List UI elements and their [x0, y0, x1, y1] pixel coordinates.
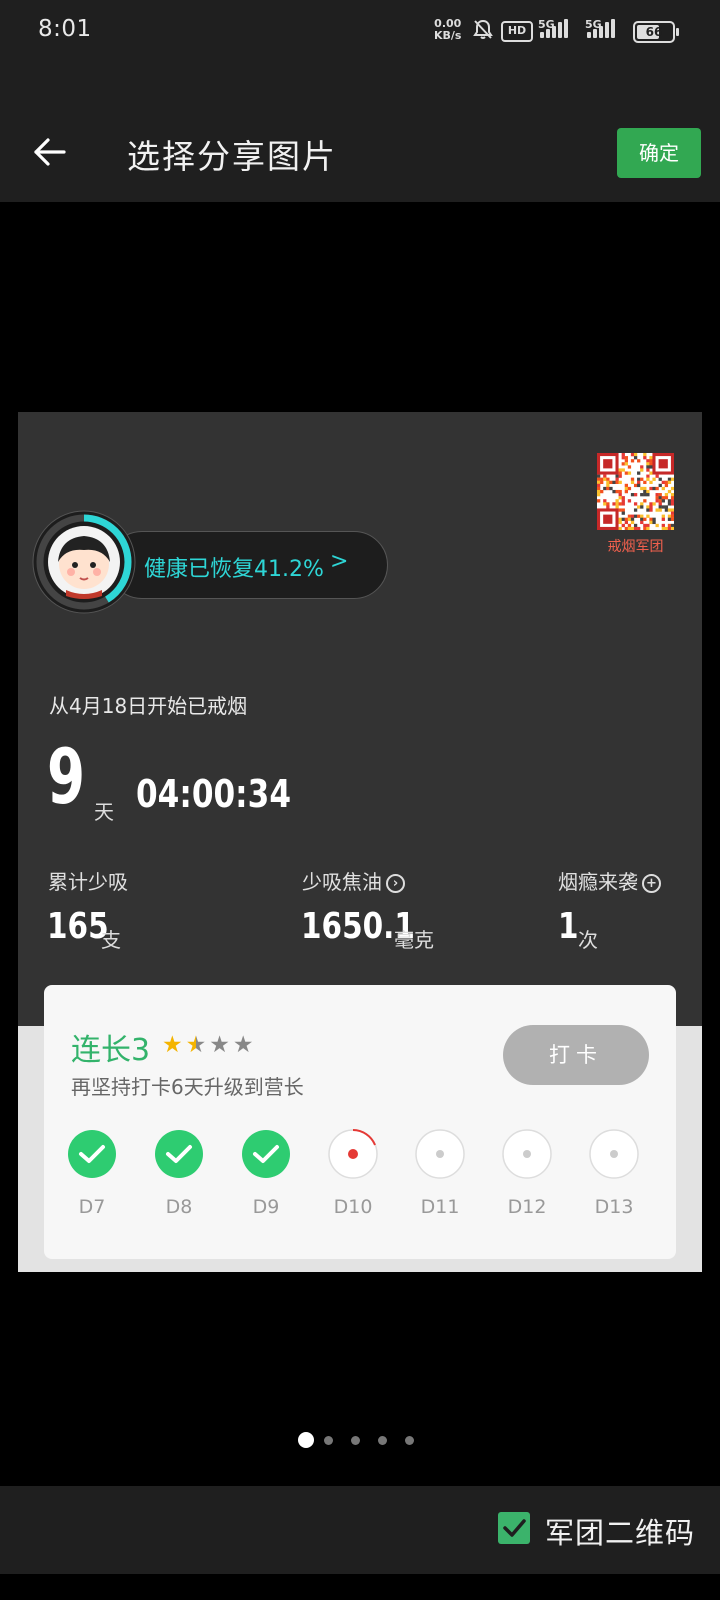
- page-dot[interactable]: [351, 1436, 360, 1445]
- day-label: D9: [252, 1196, 280, 1218]
- battery-percent: 66: [645, 25, 663, 39]
- stat-value-less-smoked: 165: [47, 906, 109, 947]
- checkin-day-d12: D12: [500, 1129, 554, 1218]
- quit-timer: 04:00:34: [136, 772, 292, 816]
- day-label: D12: [507, 1196, 547, 1218]
- check-circle-icon: [68, 1130, 116, 1178]
- bell-off-icon: [473, 19, 493, 39]
- quit-days-count: 9: [47, 732, 86, 821]
- page-dot[interactable]: [405, 1436, 414, 1445]
- app-bar: [0, 64, 720, 202]
- rank-title: 连长3: [71, 1033, 151, 1068]
- rank-checkin-panel: 连长3 ★ ★ ★ ★ 再坚持打卡6天升级到营长 打卡 D7 D8 D9 D10 D1…: [44, 985, 676, 1259]
- health-recovery-text: 健康已恢复41.2%: [144, 557, 324, 582]
- stat-value-cravings: 1: [558, 906, 579, 947]
- check-circle-icon: [155, 1130, 203, 1178]
- day-label: D7: [78, 1196, 106, 1218]
- day-label: D13: [594, 1196, 634, 1218]
- page-dot[interactable]: [324, 1436, 333, 1445]
- stat-unit-cravings: 次: [578, 928, 598, 952]
- checkin-day-d8: D8: [152, 1129, 206, 1218]
- arrow-right-circle-icon[interactable]: ›: [386, 874, 405, 893]
- qr-code-checkbox-label[interactable]: 军团二维码: [545, 1510, 695, 1552]
- day-label: D8: [165, 1196, 193, 1218]
- page-dot[interactable]: [378, 1436, 387, 1445]
- qr-code-image: [597, 453, 674, 530]
- checkin-day-d11: D11: [413, 1129, 467, 1218]
- pending-day-icon: [415, 1129, 465, 1179]
- checkin-day-d10: D10: [326, 1129, 380, 1218]
- pending-day-icon: [502, 1129, 552, 1179]
- network-speed: 0.00 KB/s: [434, 18, 461, 42]
- stat-label-less-smoked: 累计少吸: [48, 870, 128, 894]
- quit-since-text: 从4月18日开始已戒烟: [49, 694, 248, 718]
- rank-subtitle: 再坚持打卡6天升级到营长: [71, 1075, 304, 1099]
- status-time: 8:01: [38, 16, 92, 42]
- stat-unit-less-smoked: 支: [101, 928, 121, 952]
- qr-caption: 戒烟军团: [607, 539, 664, 555]
- stat-label-cravings[interactable]: 烟瘾来袭 +: [558, 866, 661, 895]
- pending-day-icon: [589, 1129, 639, 1179]
- checkin-day-d7: D7: [65, 1129, 119, 1218]
- page-dot[interactable]: [298, 1432, 314, 1448]
- star-icon: ★: [209, 1032, 230, 1058]
- page-title: 选择分享图片: [127, 137, 337, 176]
- quit-days-unit: 天: [94, 800, 114, 824]
- checkin-day-d13: D13: [587, 1129, 641, 1218]
- chevron-right-icon: >: [330, 549, 349, 574]
- stat-label-tar[interactable]: 少吸焦油 ›: [302, 866, 405, 895]
- rank-stars: ★ ★ ★ ★: [162, 1032, 257, 1058]
- hd-voice-badge: HD: [501, 21, 533, 42]
- checkin-button[interactable]: 打卡: [503, 1025, 649, 1085]
- current-day-icon: [328, 1129, 378, 1179]
- plus-circle-icon[interactable]: +: [642, 874, 661, 893]
- check-circle-icon: [242, 1130, 290, 1178]
- battery-icon: 66: [633, 21, 679, 43]
- day-label: D11: [420, 1196, 460, 1218]
- avatar[interactable]: [32, 510, 136, 614]
- stat-unit-tar: 毫克: [394, 928, 434, 952]
- checkin-day-d9: D9: [239, 1129, 293, 1218]
- qr-code-checkbox[interactable]: [498, 1512, 530, 1544]
- confirm-button[interactable]: 确定: [617, 128, 701, 178]
- back-arrow-icon[interactable]: [30, 132, 70, 172]
- star-icon: ★: [232, 1032, 254, 1058]
- star-icon: ★: [162, 1032, 183, 1058]
- day-label: D10: [333, 1196, 373, 1218]
- network-speed-unit: KB/s: [434, 29, 462, 42]
- star-icon: ★: [185, 1032, 207, 1058]
